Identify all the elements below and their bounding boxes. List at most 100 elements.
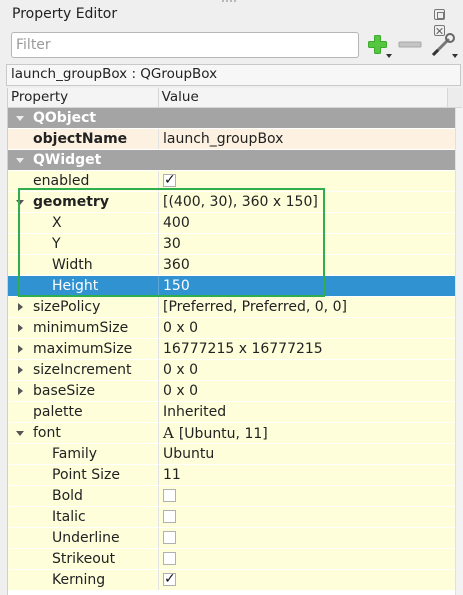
property-value-cell[interactable]: 30 (159, 234, 449, 254)
chevron-right-icon[interactable] (18, 324, 23, 332)
property-row[interactable]: font A [Ubuntu, 11] (8, 423, 462, 444)
checkbox[interactable] (163, 488, 176, 502)
property-value-cell[interactable]: 360 (159, 255, 449, 275)
group-header-row[interactable]: QObject (8, 108, 462, 129)
property-row[interactable]: X 400 (8, 213, 462, 234)
property-value-cell[interactable] (159, 486, 449, 506)
property-value-cell[interactable] (159, 171, 449, 191)
chevron-down-icon (452, 54, 458, 58)
property-value-cell[interactable] (159, 570, 449, 590)
property-name-cell: Family (8, 444, 159, 464)
chevron-down-icon[interactable] (16, 158, 24, 163)
checkbox[interactable] (163, 570, 176, 589)
property-label: QObject (33, 110, 97, 126)
property-row[interactable]: Point Size 11 (8, 465, 462, 486)
vertical-scrollbar[interactable] (455, 108, 463, 595)
property-tree[interactable]: Property Value QObject objectName launch_g… (7, 88, 462, 595)
property-value-cell[interactable]: [Preferred, Preferred, 0, 0] (159, 297, 449, 317)
property-value: [Ubuntu, 11] (178, 426, 268, 442)
property-row[interactable]: Width 360 (8, 255, 462, 276)
property-value: [Preferred, Preferred, 0, 0] (163, 299, 347, 315)
property-name-cell: Underline (8, 528, 159, 548)
property-label: palette (33, 404, 83, 420)
property-value-cell[interactable]: 0 x 0 (159, 360, 449, 380)
chevron-down-icon[interactable] (16, 116, 24, 121)
property-row[interactable]: baseSize 0 x 0 (8, 381, 462, 402)
property-row[interactable]: objectName launch_groupBox (8, 129, 462, 150)
property-row[interactable]: minimumSize 0 x 0 (8, 318, 462, 339)
property-row[interactable]: Italic (8, 507, 462, 528)
property-label: Kerning (52, 572, 106, 588)
chevron-right-icon[interactable] (18, 366, 23, 374)
property-row[interactable]: sizePolicy [Preferred, Preferred, 0, 0] (8, 297, 462, 318)
property-value: 150 (163, 278, 190, 294)
property-row[interactable]: Bold (8, 486, 462, 507)
checkbox[interactable] (163, 509, 176, 523)
checkbox[interactable] (163, 530, 176, 544)
property-row[interactable]: geometry [(400, 30), 360 x 150] (8, 192, 462, 213)
property-name-cell: font (8, 423, 159, 443)
property-value: [(400, 30), 360 x 150] (163, 194, 318, 210)
property-row[interactable]: sizeIncrement 0 x 0 (8, 360, 462, 381)
property-value: 400 (163, 215, 190, 231)
property-value-cell[interactable]: launch_groupBox (159, 129, 449, 149)
property-value-cell[interactable]: 16777215 x 16777215 (159, 339, 449, 359)
property-row[interactable]: enabled (8, 171, 462, 192)
chevron-right-icon[interactable] (18, 345, 23, 353)
property-row[interactable]: Strikeout (8, 549, 462, 570)
property-row[interactable]: Height 150 (8, 276, 462, 297)
property-label: Height (52, 278, 99, 294)
property-value-cell[interactable]: 400 (159, 213, 449, 233)
float-icon[interactable] (434, 9, 445, 20)
property-name-cell: Strikeout (8, 549, 159, 569)
property-name-cell: Bold (8, 486, 159, 506)
property-label: Width (52, 257, 93, 273)
window-buttons (434, 9, 463, 36)
property-row[interactable]: maximumSize 16777215 x 16777215 (8, 339, 462, 360)
title-bar: Property Editor (0, 0, 463, 36)
column-header-value[interactable]: Value (159, 88, 449, 107)
property-name-cell: baseSize (8, 381, 159, 401)
property-value-cell[interactable]: [(400, 30), 360 x 150] (159, 192, 449, 212)
window-title: Property Editor (12, 6, 118, 22)
property-value-cell[interactable]: 11 (159, 465, 449, 485)
property-row[interactable]: palette Inherited (8, 402, 462, 423)
property-row[interactable]: Underline (8, 528, 462, 549)
column-header-property[interactable]: Property (8, 88, 159, 107)
add-property-button[interactable] (366, 32, 392, 58)
property-value-cell[interactable] (159, 528, 449, 548)
property-value-cell[interactable]: 0 x 0 (159, 318, 449, 338)
property-name-cell: geometry (8, 192, 159, 212)
chevron-right-icon[interactable] (18, 387, 23, 395)
property-value-cell[interactable] (159, 507, 449, 527)
configure-button[interactable] (430, 32, 458, 58)
property-row[interactable]: Y 30 (8, 234, 462, 255)
property-name-cell: palette (8, 402, 159, 422)
property-name-cell: QWidget (8, 150, 159, 170)
property-value-cell[interactable]: 0 x 0 (159, 381, 449, 401)
property-row[interactable]: Family Ubuntu (8, 444, 462, 465)
property-name-cell: Width (8, 255, 159, 275)
property-label: font (33, 425, 61, 441)
chevron-right-icon[interactable] (18, 303, 23, 311)
property-value-cell[interactable]: 150 (159, 276, 449, 296)
property-label: Strikeout (52, 551, 116, 567)
remove-property-button[interactable] (398, 32, 422, 58)
property-value: launch_groupBox (163, 131, 284, 147)
property-value-cell[interactable]: Ubuntu (159, 444, 449, 464)
filter-input[interactable] (11, 32, 359, 58)
drag-grip[interactable] (222, 0, 242, 4)
minus-icon (398, 41, 422, 48)
property-row[interactable]: Kerning (8, 570, 462, 591)
checkbox[interactable] (163, 171, 176, 190)
property-value-cell[interactable] (159, 549, 449, 569)
chevron-down-icon (386, 54, 392, 58)
group-header-row[interactable]: QWidget (8, 150, 462, 171)
checkbox[interactable] (163, 551, 176, 565)
property-label: objectName (33, 131, 128, 147)
property-value-cell[interactable]: Inherited (159, 402, 449, 422)
chevron-down-icon[interactable] (16, 200, 24, 205)
chevron-down-icon[interactable] (16, 431, 24, 436)
object-class-label: launch_groupBox : QGroupBox (6, 64, 461, 86)
property-value-cell[interactable]: A [Ubuntu, 11] (159, 423, 449, 443)
